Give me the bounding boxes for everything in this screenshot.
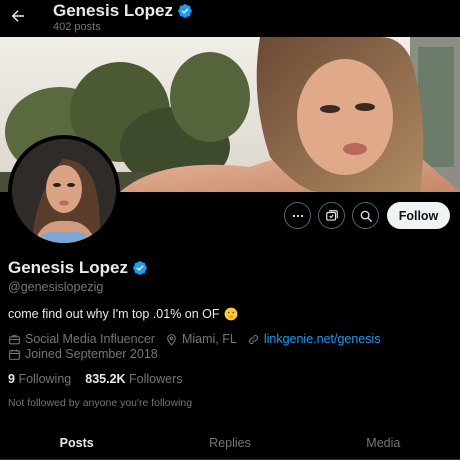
top-header: Genesis Lopez 402 posts (0, 0, 460, 37)
avatar[interactable] (8, 135, 120, 247)
bio-text: come find out why I'm top .01% on OF (8, 307, 220, 321)
subscribe-button[interactable] (318, 202, 345, 229)
back-button[interactable] (6, 4, 30, 28)
more-button[interactable] (284, 202, 311, 229)
profile-bio: come find out why I'm top .01% on OF (8, 307, 238, 321)
joined-text: Joined September 2018 (25, 347, 158, 361)
header-title-row: Genesis Lopez (53, 1, 193, 21)
profile-tabs: Posts Replies Media (0, 428, 460, 460)
followers-label: Followers (129, 372, 183, 386)
profile-location: Miami, FL (165, 332, 237, 346)
verified-badge-icon (178, 4, 192, 18)
following-link[interactable]: 9 Following (8, 372, 71, 386)
profile-joined-row: Joined September 2018 (8, 347, 168, 361)
not-followed-text: Not followed by anyone you're following (8, 397, 193, 409)
header-title: Genesis Lopez (53, 1, 173, 20)
briefcase-icon (9, 334, 20, 344)
link-text[interactable]: linkgenie.net/genesis (264, 332, 381, 346)
tab-replies[interactable]: Replies (153, 428, 306, 459)
profile-name: Genesis Lopez (8, 258, 128, 277)
followers-link[interactable]: 835.2K Followers (85, 372, 182, 386)
search-icon (360, 210, 372, 222)
arrow-left-icon (11, 10, 24, 22)
search-button[interactable] (352, 202, 379, 229)
profile-page: Genesis Lopez 402 posts Follow Genesis L… (0, 0, 460, 460)
profile-handle: @genesislopezig (8, 280, 104, 294)
followers-count: 835.2K (85, 372, 130, 386)
verified-badge-icon[interactable] (132, 260, 148, 276)
profile-meta-row: Social Media Influencer Miami, FL linkge… (8, 332, 391, 346)
shushing-face-emoji (224, 307, 237, 321)
profile-category: Social Media Influencer (8, 332, 155, 346)
tab-media[interactable]: Media (307, 428, 460, 459)
following-label: Following (18, 372, 72, 386)
location-pin-icon (167, 333, 176, 346)
posts-count: 402 posts (53, 21, 101, 33)
follow-button[interactable]: Follow (387, 202, 450, 229)
calendar-icon (9, 349, 20, 360)
subscribe-icon (325, 209, 338, 221)
more-dots-icon (292, 214, 303, 217)
tab-posts[interactable]: Posts (0, 428, 153, 459)
profile-link[interactable]: linkgenie.net/genesis (247, 332, 381, 346)
following-count: 9 (8, 372, 19, 386)
link-icon (248, 334, 258, 344)
location-text: Miami, FL (181, 332, 237, 346)
profile-name-row: Genesis Lopez (8, 258, 148, 278)
profile-joined: Joined September 2018 (8, 347, 158, 361)
follow-stats: 9 Following 835.2K Followers (8, 372, 197, 386)
category-text: Social Media Influencer (25, 332, 155, 346)
